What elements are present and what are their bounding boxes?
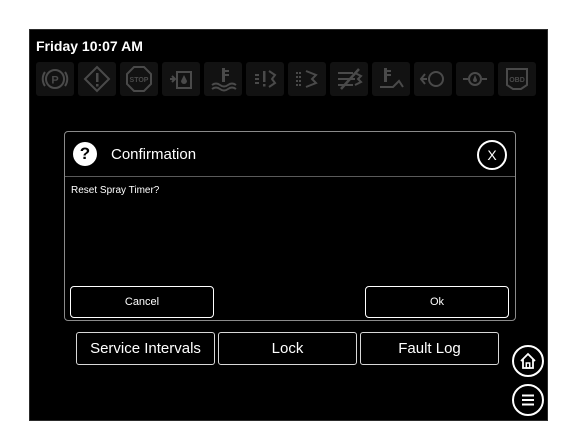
coolant-temperature-icon [204,62,242,96]
question-icon: ? [73,142,97,166]
service-intervals-button[interactable]: Service Intervals [76,332,215,365]
fault-log-button[interactable]: Fault Log [360,332,499,365]
fuel-water-icon [162,62,200,96]
cancel-button[interactable]: Cancel [70,286,214,318]
obd-icon: OBD [498,62,536,96]
status-icon-row: P STOP OBD [36,62,536,96]
oil-pressure-icon [414,62,452,96]
engine-air-filter-icon [246,62,284,96]
lock-button[interactable]: Lock [218,332,357,365]
transmission-temperature-icon [372,62,410,96]
hydraulic-filter-icon [288,62,326,96]
date-time: Friday 10:07 AM [36,38,143,54]
ok-button[interactable]: Ok [365,286,509,318]
close-button[interactable]: X [477,140,507,170]
home-icon [520,352,536,369]
dialog-header: ? Confirmation X [65,132,515,177]
warning-icon [78,62,116,96]
stop-icon: STOP [120,62,158,96]
air-restriction-icon [330,62,368,96]
menu-icon [522,394,534,406]
home-button[interactable] [512,345,544,377]
oil-level-icon [456,62,494,96]
confirmation-dialog: ? Confirmation X Reset Spray Timer? Canc… [64,131,516,321]
display-screen: Friday 10:07 AM P STOP OBD ? Confirmatio… [29,29,548,421]
svg-text:STOP: STOP [130,77,149,84]
parking-brake-icon: P [36,62,74,96]
dialog-title: Confirmation [111,146,197,163]
status-header: Friday 10:07 AM P STOP OBD [30,30,547,104]
dialog-message: Reset Spray Timer? [71,185,160,196]
svg-text:OBD: OBD [509,77,525,84]
menu-button[interactable] [512,384,544,416]
svg-text:P: P [51,75,58,87]
